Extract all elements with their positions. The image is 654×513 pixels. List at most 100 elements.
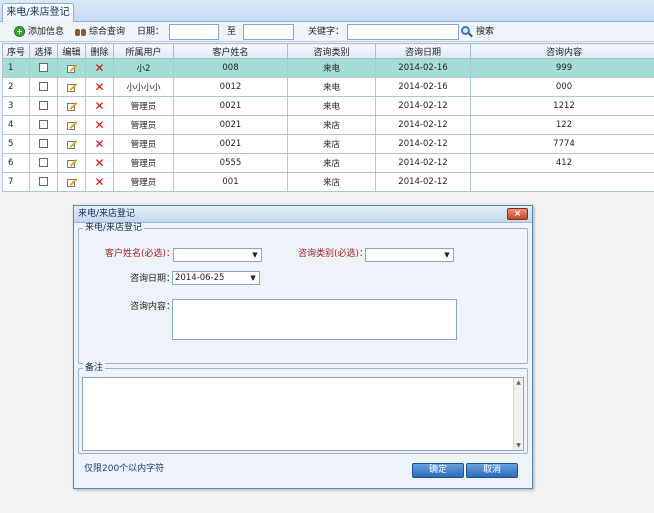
- search-button[interactable]: 搜索: [476, 25, 494, 39]
- chevron-down-icon[interactable]: ▼: [248, 273, 258, 283]
- date-to-input[interactable]: [243, 24, 294, 40]
- checkbox-icon[interactable]: [39, 177, 48, 186]
- checkbox-icon[interactable]: [39, 82, 48, 91]
- header-delete[interactable]: 删除: [85, 43, 114, 59]
- row-number: 1: [2, 58, 30, 78]
- remark-textarea[interactable]: ▲ ▼: [82, 377, 524, 451]
- edit-pencil-icon[interactable]: [66, 63, 78, 74]
- checkbox-icon[interactable]: [39, 63, 48, 72]
- header-edit[interactable]: 编辑: [57, 43, 86, 59]
- table-row[interactable]: 1 ✕ 小2 008 来电 2014-02-16 999: [2, 58, 654, 78]
- row-delete[interactable]: ✕: [85, 58, 114, 78]
- row-number: 7: [2, 172, 30, 192]
- table-row[interactable]: 3 ✕ 管理员 0021 来电 2014-02-12 1212: [2, 96, 654, 116]
- scroll-down-icon[interactable]: ▼: [514, 441, 523, 450]
- row-select[interactable]: [29, 115, 58, 135]
- chevron-down-icon[interactable]: ▼: [442, 250, 452, 260]
- remark-legend: 备注: [83, 363, 106, 374]
- remark-scrollbar[interactable]: ▲ ▼: [513, 378, 523, 450]
- registration-group: 来电/来店登记 客户姓名(必选)： ▼ 咨询类别(必选)： ▼ 咨询日期： 20…: [78, 223, 528, 364]
- toolbar: 添加信息 综合查询 日期： 至 关键字： 搜索: [0, 22, 654, 42]
- table-row[interactable]: 4 ✕ 管理员 0021 来店 2014-02-12 122: [2, 115, 654, 135]
- magnifier-icon[interactable]: [461, 26, 473, 38]
- row-edit[interactable]: [57, 153, 86, 173]
- row-user: 管理员: [113, 96, 174, 116]
- row-select[interactable]: [29, 134, 58, 154]
- row-category: 来电: [287, 77, 376, 97]
- row-delete[interactable]: ✕: [85, 96, 114, 116]
- row-delete[interactable]: ✕: [85, 172, 114, 192]
- edit-pencil-icon[interactable]: [66, 82, 78, 93]
- row-date: 2014-02-12: [375, 172, 471, 192]
- table-row[interactable]: 2 ✕ 小小小小 0012 来电 2014-02-16 000: [2, 77, 654, 97]
- row-delete[interactable]: ✕: [85, 153, 114, 173]
- table-row[interactable]: 5 ✕ 管理员 0021 来店 2014-02-12 7774: [2, 134, 654, 154]
- checkbox-icon[interactable]: [39, 158, 48, 167]
- row-content: 7774: [470, 134, 654, 154]
- cancel-button[interactable]: 取消: [466, 463, 518, 478]
- content-textarea[interactable]: [172, 299, 457, 340]
- plus-circle-icon[interactable]: [14, 26, 25, 37]
- date-select[interactable]: 2014-06-25 ▼: [172, 271, 260, 285]
- chevron-down-icon[interactable]: ▼: [250, 250, 260, 260]
- edit-pencil-icon[interactable]: [66, 177, 78, 188]
- row-user: 小2: [113, 58, 174, 78]
- keyword-input[interactable]: [347, 24, 459, 40]
- header-category[interactable]: 咨询类别: [287, 43, 376, 59]
- row-select[interactable]: [29, 58, 58, 78]
- row-edit[interactable]: [57, 134, 86, 154]
- row-select[interactable]: [29, 77, 58, 97]
- row-content: 122: [470, 115, 654, 135]
- customer-select[interactable]: ▼: [173, 248, 262, 262]
- red-x-icon[interactable]: ✕: [94, 138, 104, 150]
- row-edit[interactable]: [57, 58, 86, 78]
- red-x-icon[interactable]: ✕: [94, 157, 104, 169]
- row-user: 管理员: [113, 115, 174, 135]
- red-x-icon[interactable]: ✕: [94, 119, 104, 131]
- header-date[interactable]: 咨询日期: [375, 43, 471, 59]
- scroll-up-icon[interactable]: ▲: [514, 378, 523, 387]
- header-customer[interactable]: 客户姓名: [173, 43, 288, 59]
- dialog-title[interactable]: 来电/来店登记: [74, 206, 532, 223]
- row-edit[interactable]: [57, 172, 86, 192]
- binoculars-icon[interactable]: [75, 26, 86, 37]
- category-select[interactable]: ▼: [365, 248, 454, 262]
- header-content[interactable]: 咨询内容: [470, 43, 654, 59]
- row-date: 2014-02-12: [375, 134, 471, 154]
- edit-pencil-icon[interactable]: [66, 120, 78, 131]
- row-date: 2014-02-12: [375, 115, 471, 135]
- checkbox-icon[interactable]: [39, 139, 48, 148]
- group-legend: 来电/来店登记: [83, 223, 145, 234]
- row-delete[interactable]: ✕: [85, 77, 114, 97]
- table-row[interactable]: 6 ✕ 管理员 0555 来店 2014-02-12 412: [2, 153, 654, 173]
- red-x-icon[interactable]: ✕: [94, 100, 104, 112]
- row-select[interactable]: [29, 153, 58, 173]
- edit-pencil-icon[interactable]: [66, 139, 78, 150]
- red-x-icon[interactable]: ✕: [94, 176, 104, 188]
- tab-visit-registration[interactable]: 来电/来店登记: [2, 3, 74, 23]
- edit-pencil-icon[interactable]: [66, 158, 78, 169]
- row-select[interactable]: [29, 96, 58, 116]
- row-category: 来店: [287, 153, 376, 173]
- table-row[interactable]: 7 ✕ 管理员 001 来店 2014-02-12: [2, 172, 654, 192]
- confirm-button[interactable]: 确定: [412, 463, 464, 478]
- checkbox-icon[interactable]: [39, 120, 48, 129]
- row-edit[interactable]: [57, 77, 86, 97]
- date-label: 咨询日期：: [130, 274, 176, 284]
- checkbox-icon[interactable]: [39, 101, 48, 110]
- row-edit[interactable]: [57, 96, 86, 116]
- row-delete[interactable]: ✕: [85, 115, 114, 135]
- header-user[interactable]: 所属用户: [113, 43, 174, 59]
- red-x-icon[interactable]: ✕: [94, 81, 104, 93]
- edit-pencil-icon[interactable]: [66, 101, 78, 112]
- advanced-query-button[interactable]: 综合查询: [89, 25, 125, 39]
- row-delete[interactable]: ✕: [85, 134, 114, 154]
- header-no[interactable]: 序号: [2, 43, 30, 59]
- row-select[interactable]: [29, 172, 58, 192]
- close-button[interactable]: ×: [507, 208, 528, 220]
- red-x-icon[interactable]: ✕: [94, 62, 104, 74]
- row-edit[interactable]: [57, 115, 86, 135]
- date-from-input[interactable]: [169, 24, 219, 40]
- add-info-button[interactable]: 添加信息: [28, 25, 64, 39]
- header-select[interactable]: 选择: [29, 43, 58, 59]
